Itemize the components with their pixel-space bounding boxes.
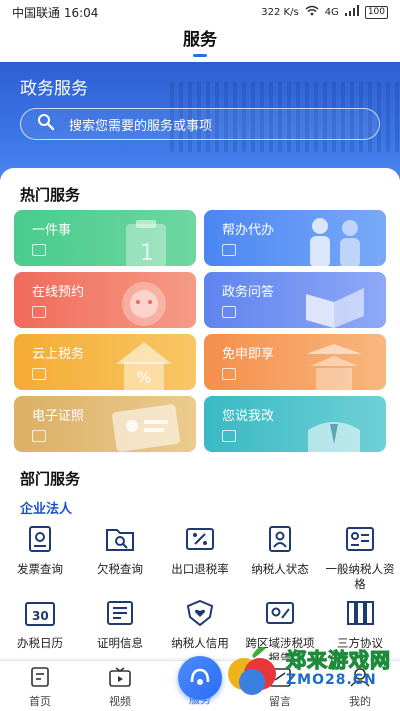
tile-label: 在线预约 [32, 285, 85, 300]
tile-one-thing[interactable]: 一件事 1 [14, 210, 196, 266]
people-icon [310, 218, 360, 266]
id-card-icon [112, 404, 180, 452]
tab-home[interactable]: 首页 [10, 661, 70, 709]
stack-icon [222, 368, 236, 380]
tile-feedback[interactable]: 您说我改 [204, 396, 386, 452]
dept-services-title: 部门服务 [20, 470, 81, 488]
page-title: 服务 [183, 30, 217, 50]
battery-icon: 100 [364, 5, 388, 19]
network-type: 4G [324, 6, 339, 18]
tile-label: 电子证照 [32, 409, 85, 424]
site-watermark: 郑来游戏网 ZMO28.CN [224, 642, 394, 698]
dept-subtitle: 企业法人 [20, 502, 73, 517]
tile-cloud-tax[interactable]: 云上税务 % [14, 334, 196, 390]
services-card: 热门服务 一件事 1 帮办代办 在线预约 政务问答 云上税务 % 免申即享 电子… [0, 168, 400, 665]
page-header: 服务 [0, 24, 400, 62]
tile-assist[interactable]: 帮办代办 [204, 210, 386, 266]
tile-label: 免申即享 [222, 347, 275, 362]
tile-label: 政务问答 [222, 285, 275, 300]
svg-text:%: % [136, 368, 151, 387]
service-icon [190, 668, 210, 685]
tile-exempt-apply[interactable]: 免申即享 [204, 334, 386, 390]
watermark-title: 郑来游戏网 [285, 647, 391, 672]
tv-icon [109, 667, 131, 687]
apple-logo-icon [228, 647, 276, 695]
clipboard-icon: 1 [126, 220, 166, 266]
tile-label: 一件事 [32, 223, 72, 238]
net-speed: 322 K/s [261, 6, 299, 18]
gov-service-banner: 政务服务 搜索您需要的服务或事项 [0, 62, 400, 182]
book-mini-icon [222, 306, 236, 318]
shield-heart-icon [186, 599, 214, 627]
search-bar[interactable]: 搜索您需要的服务或事项 [20, 108, 380, 140]
agreement-icon [347, 601, 374, 625]
certificate-icon [107, 601, 133, 625]
search-icon [37, 113, 55, 135]
dept-taxpayer-status[interactable]: 纳税人状态 [240, 526, 320, 577]
hand-icon [222, 244, 236, 256]
house-percent-icon: % [116, 342, 172, 390]
tile-label: 帮办代办 [222, 223, 275, 238]
tile-gov-qa[interactable]: 政务问答 [204, 272, 386, 328]
status-bar: 中国联通 16:04 322 K/s 4G 100 [0, 0, 400, 24]
svg-text:30: 30 [32, 609, 49, 623]
tile-label: 您说我改 [222, 409, 275, 424]
open-book-icon [306, 288, 364, 328]
dept-tax-calendar[interactable]: 30 办税日历 [0, 600, 80, 651]
chat-bubble-icon [122, 282, 166, 326]
id-card-mini-icon [32, 430, 46, 442]
banner-title: 政务服务 [20, 79, 88, 99]
dept-certificate-info[interactable]: 证明信息 [80, 600, 160, 651]
chat-mini-icon [222, 430, 236, 442]
signal-icon [344, 5, 359, 19]
dept-invoice-query[interactable]: 发票查询 [0, 526, 80, 577]
svg-text:1: 1 [140, 241, 154, 266]
map-pin-icon [266, 602, 294, 624]
dept-tax-arrears[interactable]: 欠税查询 [80, 526, 160, 577]
person-doc-icon [269, 526, 291, 552]
tile-e-license[interactable]: 电子证照 [14, 396, 196, 452]
search-placeholder: 搜索您需要的服务或事项 [69, 118, 213, 134]
watermark-sub: ZMO28.CN [286, 672, 377, 688]
pavilion-icon [306, 344, 362, 390]
doc-icon [32, 244, 46, 256]
form-icon [32, 306, 46, 318]
receipt-icon [32, 368, 46, 380]
home-doc-icon [31, 667, 49, 687]
carrier-time: 中国联通 16:04 [12, 5, 99, 20]
service-fab-button[interactable] [178, 656, 222, 700]
tile-online-booking[interactable]: 在线预约 [14, 272, 196, 328]
tab-video[interactable]: 视频 [90, 661, 150, 709]
invoice-search-icon [29, 526, 51, 552]
businessman-icon [308, 422, 360, 452]
calendar-30-icon: 30 [25, 602, 55, 626]
person-list-icon [346, 527, 374, 551]
tile-label: 云上税务 [32, 347, 85, 362]
percent-card-icon [186, 528, 214, 550]
dept-export-rebate[interactable]: 出口退税率 [160, 526, 240, 577]
hot-services-title: 热门服务 [20, 186, 81, 204]
wifi-icon [305, 5, 319, 19]
dept-general-taxpayer[interactable]: 一般纳税人资格 [320, 526, 400, 592]
folder-search-icon [106, 529, 134, 551]
